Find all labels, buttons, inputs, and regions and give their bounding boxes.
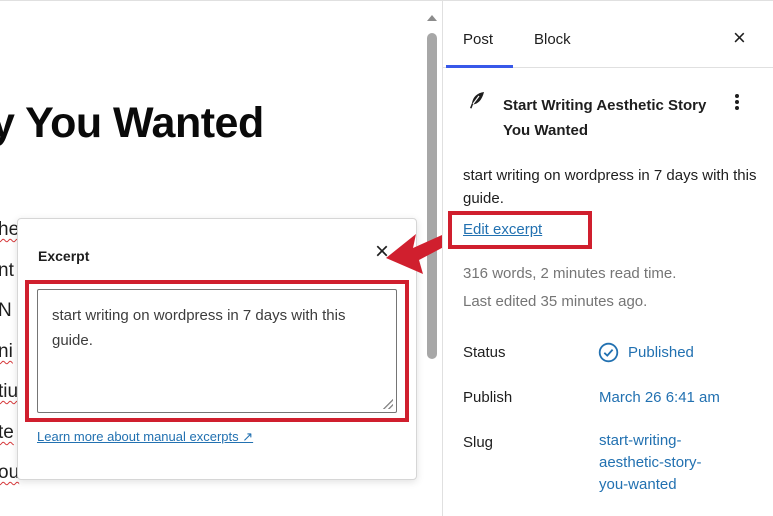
status-value-button[interactable]: Published <box>628 342 694 364</box>
publish-date-button[interactable]: March 26 6:41 am <box>599 387 720 409</box>
body-text-fragment: te <box>0 422 14 443</box>
scrollbar-thumb[interactable] <box>427 33 437 359</box>
excerpt-textarea-value: start writing on wordpress in 7 days wit… <box>52 307 346 349</box>
active-tab-indicator <box>446 65 513 68</box>
scroll-up-arrow-icon[interactable] <box>427 15 437 21</box>
excerpt-popover-title: Excerpt <box>38 248 90 264</box>
learn-more-excerpts-link[interactable]: Learn more about manual excerpts ↗ <box>37 429 253 445</box>
check-circle-icon <box>598 342 619 363</box>
feather-icon <box>470 92 484 109</box>
post-title-heading[interactable]: y You Wanted <box>0 99 264 148</box>
tab-block[interactable]: Block <box>534 31 571 48</box>
edit-excerpt-link[interactable]: Edit excerpt <box>463 221 542 238</box>
word-count-stats: 316 words, 2 minutes read time. <box>463 265 677 282</box>
settings-sidebar: Post Block × Start Writing Aesthetic Sto… <box>442 0 773 516</box>
status-label: Status <box>463 344 506 361</box>
slug-label: Slug <box>463 434 494 451</box>
sidebar-tabs: Post Block × <box>443 0 773 68</box>
close-icon[interactable]: × <box>733 25 746 51</box>
kebab-menu-icon[interactable] <box>730 90 744 114</box>
body-text-fragment: tiu <box>0 381 19 402</box>
resize-handle-icon[interactable] <box>383 399 393 409</box>
slug-value-button[interactable]: start-writing-aesthetic-story-you-wanted <box>599 430 729 496</box>
slug-line: start-writing- <box>599 432 682 449</box>
slug-line: aesthetic-story- <box>599 454 702 471</box>
excerpt-popover: Excerpt × start writing on wordpress in … <box>17 218 417 480</box>
body-text-fragment: nt <box>0 260 14 281</box>
slug-line: you-wanted <box>599 476 677 493</box>
tab-post[interactable]: Post <box>463 31 493 48</box>
body-text-fragment: N <box>0 300 12 322</box>
post-summary-title: Start Writing Aesthetic Story You Wanted <box>503 97 707 139</box>
excerpt-textarea[interactable]: start writing on wordpress in 7 days wit… <box>37 289 397 413</box>
excerpt-preview: start writing on wordpress in 7 days wit… <box>463 167 757 207</box>
publish-label: Publish <box>463 389 513 406</box>
body-text-fragment: ni <box>0 341 13 362</box>
last-edited-text: Last edited 35 minutes ago. <box>463 293 648 310</box>
